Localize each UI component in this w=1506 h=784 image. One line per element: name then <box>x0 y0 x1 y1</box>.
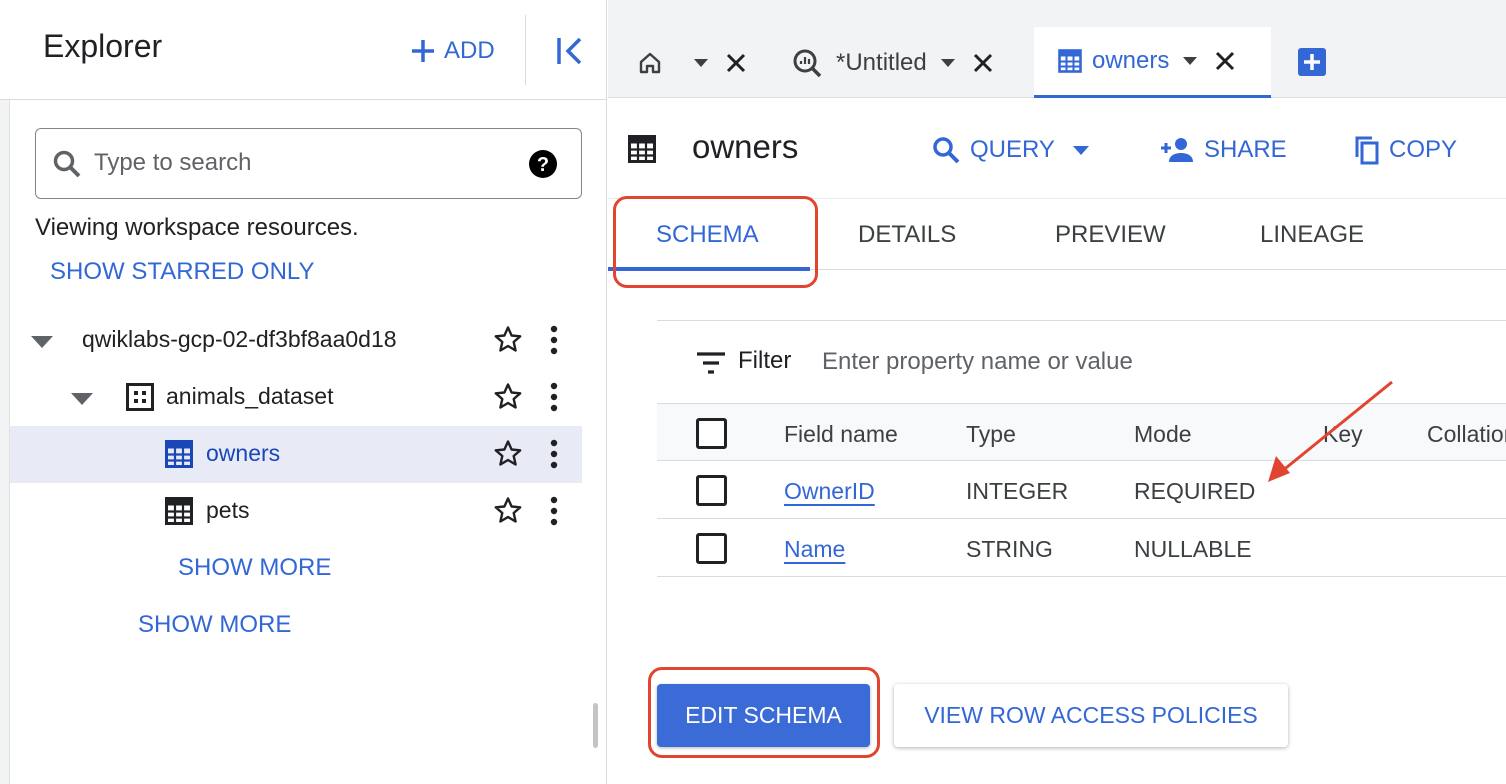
share-button-label: SHARE <box>1204 136 1287 163</box>
column-header-type: Type <box>966 421 1016 447</box>
share-button[interactable]: SHARE <box>1160 132 1287 168</box>
star-icon[interactable] <box>493 496 523 526</box>
tree-row-pets[interactable]: pets <box>10 483 582 540</box>
chevron-down-icon[interactable] <box>1183 57 1198 65</box>
tree-label-owners: owners <box>206 440 281 466</box>
row-checkbox[interactable] <box>696 475 727 506</box>
new-tab-button[interactable] <box>1298 48 1326 76</box>
viewing-resources-text: Viewing workspace resources. <box>35 214 359 241</box>
field-name-link[interactable]: Name <box>784 536 845 563</box>
edit-schema-button[interactable]: EDIT SCHEMA <box>657 684 870 747</box>
dataset-icon <box>126 383 154 411</box>
tab-lineage[interactable]: LINEAGE <box>1260 221 1364 249</box>
more-vert-icon[interactable] <box>548 439 560 469</box>
star-icon[interactable] <box>493 382 523 412</box>
chevron-down-icon[interactable] <box>1072 145 1089 155</box>
header-divider <box>525 15 526 85</box>
query-icon <box>793 49 822 77</box>
tab-label-untitled: *Untitled <box>836 48 927 76</box>
tree-row-owners[interactable]: owners <box>10 426 582 483</box>
plus-icon <box>412 40 434 62</box>
home-icon <box>639 52 661 73</box>
tree-label-dataset: animals_dataset <box>166 383 334 409</box>
query-button-label: QUERY <box>970 136 1055 163</box>
table-title: owners <box>692 128 799 165</box>
collapse-panel-button[interactable] <box>553 34 587 68</box>
search-box: ? <box>35 128 582 199</box>
add-button[interactable]: ADD <box>410 34 495 68</box>
explorer-scrollbar[interactable] <box>593 703 598 748</box>
help-icon[interactable]: ? <box>528 149 558 179</box>
tab-bar: *Untitled owners <box>608 0 1506 98</box>
tree-row-project[interactable]: qwiklabs-gcp-02-df3bf8aa0d18 <box>10 312 582 369</box>
collapse-left-icon <box>557 37 582 65</box>
tab-owners[interactable]: owners <box>1034 27 1271 98</box>
copy-button-label: COPY <box>1389 136 1458 163</box>
field-name-link[interactable]: OwnerID <box>784 478 875 505</box>
caret-down-icon[interactable] <box>71 393 93 405</box>
close-icon[interactable] <box>726 53 746 73</box>
more-vert-icon[interactable] <box>548 325 560 355</box>
table-icon <box>1058 49 1082 73</box>
search-input[interactable] <box>94 143 514 183</box>
search-icon <box>933 137 960 164</box>
tab-home[interactable] <box>628 27 758 98</box>
view-row-access-policies-button[interactable]: VIEW ROW ACCESS POLICIES <box>894 684 1288 747</box>
tab-label-owners: owners <box>1092 47 1170 74</box>
table-row: Name STRING NULLABLE <box>657 519 1506 577</box>
caret-down-icon[interactable] <box>31 336 53 348</box>
select-all-checkbox[interactable] <box>696 418 727 449</box>
tab-details[interactable]: DETAILS <box>858 221 956 249</box>
query-button[interactable]: QUERY <box>932 132 1089 168</box>
explorer-panel: Explorer ADD ? Viewing workspace resourc… <box>0 0 607 784</box>
explorer-header: Explorer ADD <box>0 0 606 100</box>
column-header-mode: Mode <box>1134 421 1192 447</box>
plus-icon <box>1304 54 1320 70</box>
highlight-schema-tab <box>613 196 818 288</box>
explorer-left-strip <box>0 100 10 784</box>
search-icon <box>53 150 81 178</box>
svg-text:?: ? <box>537 154 549 176</box>
star-icon[interactable] <box>493 325 523 355</box>
table-icon <box>628 135 656 163</box>
chevron-down-icon[interactable] <box>940 58 955 67</box>
more-vert-icon[interactable] <box>548 382 560 412</box>
table-icon <box>165 497 193 525</box>
copy-icon <box>1355 136 1379 165</box>
show-more-datasets-link[interactable]: SHOW MORE <box>138 611 291 639</box>
field-type: INTEGER <box>966 478 1069 504</box>
field-mode: REQUIRED <box>1134 478 1256 504</box>
column-header-collation: Collation <box>1427 421 1506 447</box>
divider <box>657 320 1506 321</box>
chevron-down-icon[interactable] <box>694 58 708 67</box>
tree-label-pets: pets <box>206 497 250 523</box>
tree-row-dataset[interactable]: animals_dataset <box>10 369 582 426</box>
row-checkbox[interactable] <box>696 533 727 564</box>
column-header-field-name: Field name <box>784 421 898 447</box>
more-vert-icon[interactable] <box>548 496 560 526</box>
add-button-label: ADD <box>444 37 495 64</box>
star-icon[interactable] <box>493 439 523 469</box>
tab-untitled-query[interactable]: *Untitled <box>790 27 1020 98</box>
tab-preview[interactable]: PREVIEW <box>1055 221 1166 249</box>
filter-label: Filter <box>738 347 792 374</box>
explorer-title: Explorer <box>43 28 163 64</box>
close-icon[interactable] <box>973 53 993 73</box>
person-add-icon <box>1161 138 1193 162</box>
table-icon <box>165 440 193 468</box>
filter-icon <box>697 352 725 374</box>
tree-label-project: qwiklabs-gcp-02-df3bf8aa0d18 <box>82 326 397 352</box>
annotation-arrow <box>1268 380 1393 482</box>
show-starred-only-link[interactable]: SHOW STARRED ONLY <box>50 258 314 286</box>
show-more-tables-link[interactable]: SHOW MORE <box>178 554 331 582</box>
field-mode: NULLABLE <box>1134 536 1252 562</box>
copy-button[interactable]: COPY <box>1353 132 1457 168</box>
close-icon[interactable] <box>1215 51 1235 71</box>
field-type: STRING <box>966 536 1053 562</box>
